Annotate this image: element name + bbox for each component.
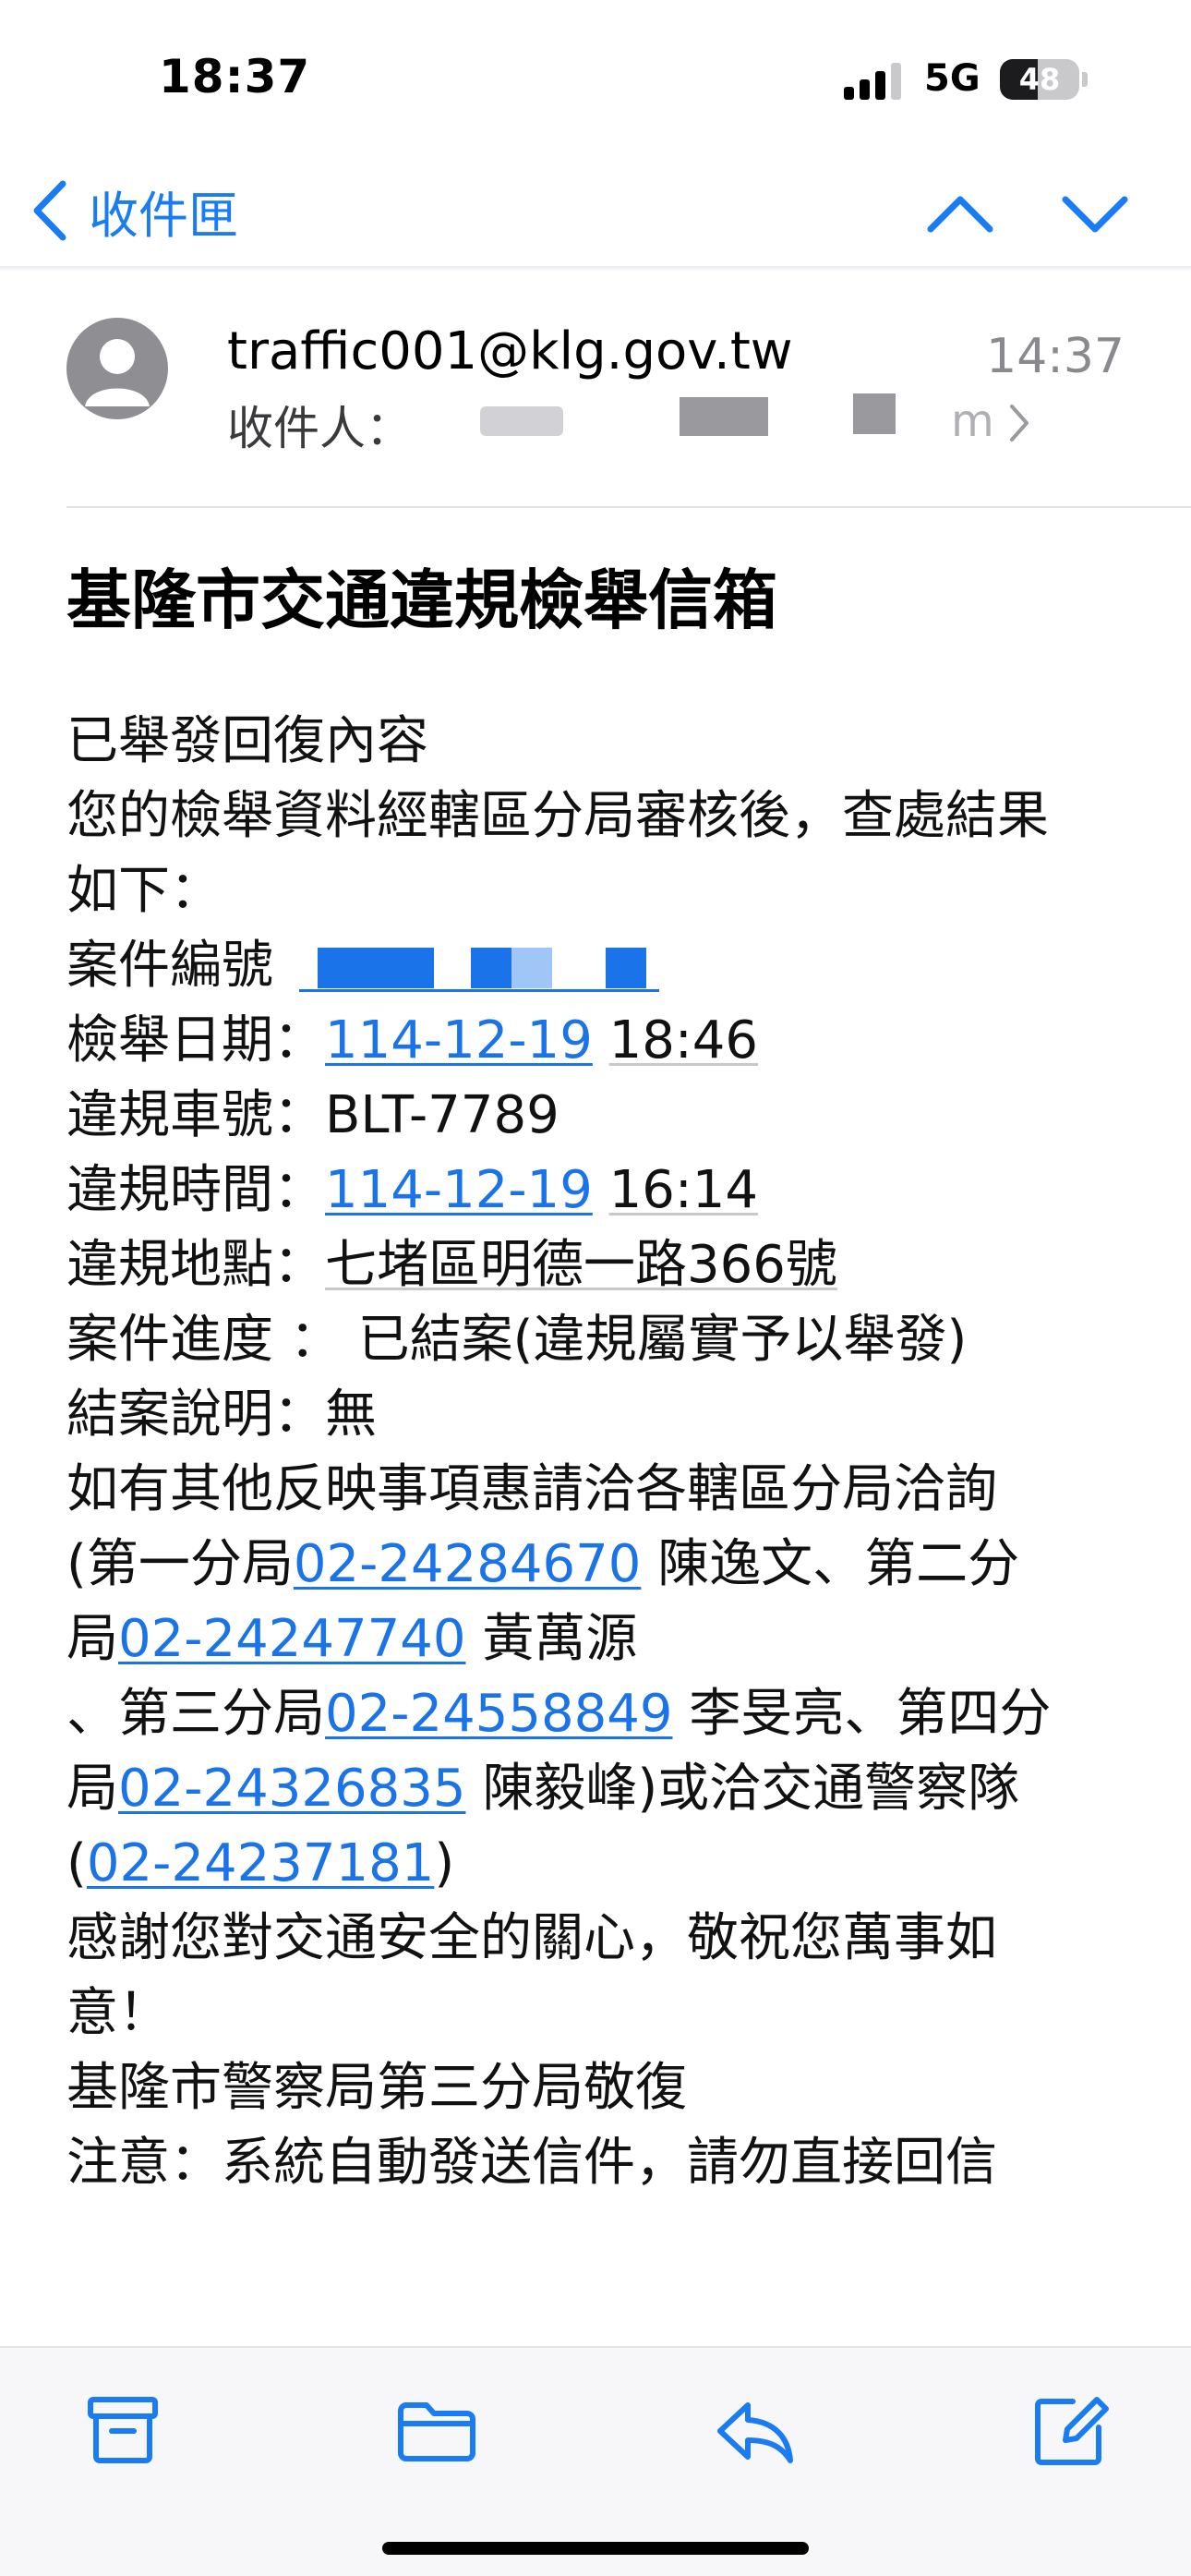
contact-intro: 如有其他反映事項惠請洽各轄區分局洽詢 [66,1459,997,1519]
contact-line: 局02-24247740 黃萬源 [66,1602,1137,1676]
sender-address[interactable]: traffic001@klg.gov.tw [227,321,793,381]
network-type: 5G [924,57,980,100]
body-text: 如下： [66,861,222,921]
closing-note-label: 結案說明： [66,1385,325,1445]
auto-reply-note: 注意：系統自動發送信件，請勿直接回信 [66,2133,997,2193]
header-divider [66,506,1191,508]
closing-note-line: 結案說明：無 [66,1377,1137,1452]
body-line: 已舉發回復內容 [66,704,1137,779]
location-address[interactable]: 七堵區明德一路366號 [325,1235,837,1295]
body-text: 已舉發回復內容 [66,711,428,771]
phone-link[interactable]: 02-24247740 [118,1609,466,1669]
contact-name: 陳毅峰)或洽交通警察隊 [482,1759,1020,1819]
mail-subject: 基隆市交通違規檢舉信箱 [66,562,777,638]
recipient-redaction [853,393,896,434]
status-bar: 18:37 5G 48 [0,0,1191,157]
body-line: 如有其他反映事項惠請洽各轄區分局洽詢 [66,1452,1137,1527]
contact-name: 李旻亮、第四分 [689,1684,1052,1744]
progress-line: 案件進度 ： 已結案(違規屬實予以舉發) [66,1302,1137,1377]
contact-prefix: 局 [66,1609,118,1669]
contact-prefix: ( [66,1833,87,1893]
contact-line: 、第三分局02-24558849 李旻亮、第四分 [66,1676,1137,1751]
recipient-label: 收件人： [227,402,412,455]
contact-line: 局02-24326835 陳毅峰)或洽交通警察隊 [66,1751,1137,1826]
battery-tip [1082,72,1088,87]
body-line: 感謝您對交通安全的關心，敬祝您萬事如 [66,1901,1137,1976]
phone-link[interactable]: 02-24558849 [325,1684,673,1744]
contact-suffix: ) [434,1833,455,1893]
archive-icon[interactable] [81,2389,164,2472]
body-line: 注意：系統自動發送信件，請勿直接回信 [66,2125,1137,2200]
contact-name: 陳逸文、第二分 [657,1534,1020,1594]
location-line: 違規地點：七堵區明德一路366號 [66,1228,1137,1302]
battery-level: 48 [1018,62,1061,97]
violation-time-label: 違規時間： [66,1160,325,1220]
recipient-tail: m [951,395,994,447]
phone-link[interactable]: 02-24237181 [87,1833,435,1893]
recipient-redaction [680,397,768,436]
chevron-up-icon[interactable] [923,177,997,251]
contact-line: (02-24237181) [66,1826,1137,1901]
closing-note: 無 [325,1385,377,1445]
nav-separator [0,266,1191,272]
contact-name: 黃萬源 [482,1609,638,1669]
mail-screen: 18:37 5G 48 收件匣 traffic001@klg.gov.tw 14… [0,0,1191,2576]
plate-line: 違規車號：BLT-7789 [66,1078,1137,1153]
contact-prefix: (第一分局 [66,1534,294,1594]
avatar[interactable] [66,318,168,419]
battery-icon: 48 [1000,59,1079,100]
body-text: 感謝您對交通安全的關心，敬祝您萬事如 [66,1908,997,1968]
home-indicator[interactable] [382,2542,809,2555]
progress-status: 已結案(違規屬實予以舉發) [357,1310,968,1370]
location-label: 違規地點： [66,1235,325,1295]
back-label: 收件匣 [89,186,238,245]
back-button[interactable]: 收件匣 [31,174,238,248]
report-date-link[interactable]: 114-12-19 [325,1010,593,1070]
report-date-line: 檢舉日期：114-12-19 18:46 [66,1003,1137,1078]
case-number-label: 案件編號 [66,936,273,996]
compose-icon[interactable] [1029,2389,1112,2472]
chevron-down-icon[interactable] [1058,177,1132,251]
status-time: 18:37 [159,50,311,103]
person-icon [85,339,150,406]
chevron-left-icon [33,180,66,241]
report-date-label: 檢舉日期： [66,1010,325,1070]
report-time: 18:46 [608,1010,759,1070]
contact-prefix: 、第三分局 [66,1684,325,1744]
contact-line: (第一分局02-24284670 陳逸文、第二分 [66,1527,1137,1602]
violation-time: 16:14 [608,1160,759,1220]
body-text: 意！ [66,1983,170,2043]
signal-icon [844,63,903,100]
recipient-redaction [480,406,563,436]
mail-time: 14:37 [986,329,1125,384]
phone-link[interactable]: 02-24326835 [118,1759,466,1819]
case-number-line: 案件編號 [66,928,1137,1003]
phone-link[interactable]: 02-24284670 [294,1534,642,1594]
mail-body: 已舉發回復內容 您的檢舉資料經轄區分局審核後，查處結果 如下： 案件編號 檢舉日… [66,704,1137,2200]
body-text: 您的檢舉資料經轄區分局審核後，查處結果 [66,786,1049,846]
violation-time-line: 違規時間：114-12-19 16:14 [66,1153,1137,1228]
body-line: 基隆市警察局第三分局敬復 [66,2050,1137,2125]
progress-label: 案件進度 ： [66,1310,342,1370]
nav-bar: 收件匣 [0,157,1191,268]
reply-icon[interactable] [713,2389,796,2472]
contact-prefix: 局 [66,1759,118,1819]
violation-date-link[interactable]: 114-12-19 [325,1160,593,1220]
plate-number: BLT-7789 [325,1085,559,1145]
body-line: 意！ [66,1976,1137,2050]
body-line: 您的檢舉資料經轄區分局審核後，查處結果 [66,779,1137,853]
body-line: 如下： [66,853,1137,928]
plate-label: 違規車號： [66,1085,325,1145]
chevron-right-icon[interactable] [1006,403,1032,443]
case-number-redaction[interactable] [290,937,659,992]
folder-icon[interactable] [395,2389,478,2472]
signature: 基隆市警察局第三分局敬復 [66,2058,687,2118]
